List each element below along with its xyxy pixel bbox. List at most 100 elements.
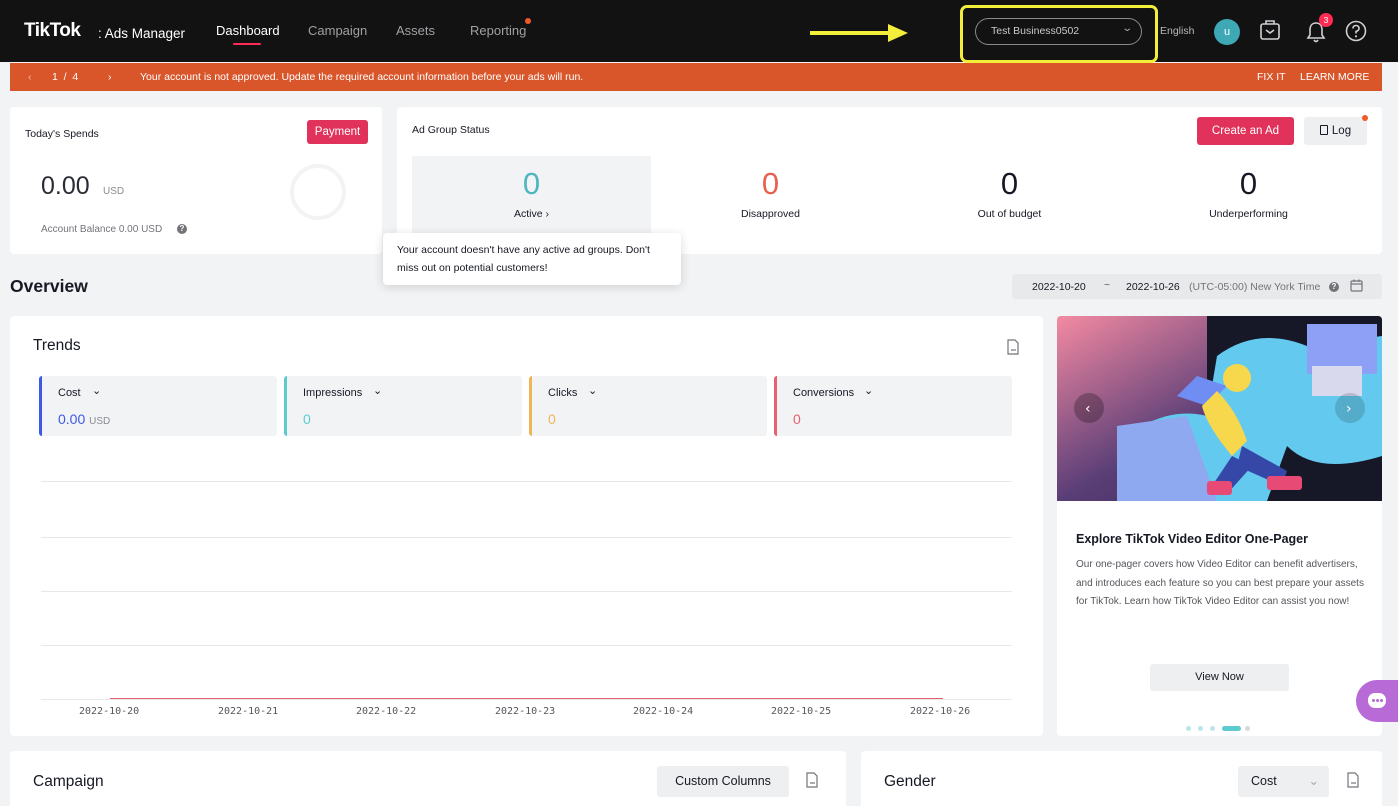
info-icon[interactable]: ?: [177, 224, 187, 234]
trends-title: Trends: [33, 337, 81, 354]
learn-more-link[interactable]: LEARN MORE: [1300, 71, 1369, 83]
chat-icon[interactable]: [1356, 680, 1398, 722]
prev-icon[interactable]: ‹: [28, 71, 32, 83]
avatar[interactable]: u: [1214, 19, 1240, 45]
trend-line: [110, 698, 943, 699]
stat-out-of-budget[interactable]: 0 Out of budget: [890, 156, 1129, 234]
x-axis-label: 2022-10-26: [910, 706, 971, 717]
carousel-dots[interactable]: [1186, 718, 1250, 736]
account-balance: Account Balance 0.00 USD: [41, 224, 163, 235]
card-title: Ad Group Status: [412, 124, 490, 136]
metric-value: 0: [548, 411, 556, 427]
grid-line: [41, 699, 1012, 700]
metric-value: 0.00 USD: [58, 411, 111, 427]
metric-conversions[interactable]: Conversions ⌄ 0: [774, 376, 1012, 436]
timezone: (UTC-05:00) New York Time: [1189, 281, 1321, 293]
tab-assets[interactable]: Assets: [396, 23, 435, 38]
grid-line: [41, 537, 1012, 538]
stat-label: Disapproved: [741, 208, 800, 220]
next-icon[interactable]: ›: [108, 71, 112, 83]
reporting-dot: [525, 18, 531, 24]
metric-name: Cost: [58, 387, 81, 399]
grid-line: [41, 591, 1012, 592]
date-separator: ~: [1104, 279, 1111, 291]
chevron-down-icon: ⌄: [864, 385, 874, 397]
business-selector[interactable]: Test Business0502 ⌄: [975, 18, 1142, 45]
download-icon[interactable]: [1346, 772, 1360, 788]
spend-amount: 0.00: [41, 172, 90, 200]
x-axis-label: 2022-10-23: [495, 706, 556, 717]
metric-name: Clicks: [548, 387, 578, 399]
promo-title: Explore TikTok Video Editor One-Pager: [1076, 532, 1309, 546]
chevron-down-icon: ⌄: [1308, 774, 1319, 788]
tab-reporting[interactable]: Reporting: [470, 23, 526, 38]
spend-currency: USD: [103, 186, 125, 197]
tab-campaign[interactable]: Campaign: [308, 23, 367, 38]
custom-columns-button[interactable]: Custom Columns: [657, 766, 789, 797]
notification-badge: 3: [1319, 13, 1333, 27]
stat-value: 0: [1239, 166, 1258, 201]
chevron-down-icon: ⌄: [1120, 23, 1133, 34]
tab-dashboard[interactable]: Dashboard: [216, 23, 280, 38]
metric-value: 0: [303, 411, 311, 427]
metric-cost[interactable]: Cost ⌄ 0.00 USD: [39, 376, 277, 436]
business-name: Test Business0502: [991, 25, 1080, 37]
promo-illustration: ‹ ›: [1057, 316, 1382, 501]
banner-message: Your account is not approved. Update the…: [140, 71, 584, 83]
download-icon[interactable]: [1006, 339, 1020, 355]
log-dot: [1362, 115, 1368, 121]
campaign-title: Campaign: [33, 773, 104, 790]
grid-line: [41, 645, 1012, 646]
language-selector[interactable]: English: [1160, 25, 1194, 37]
x-axis-label: 2022-10-25: [771, 706, 832, 717]
date-start: 2022-10-20: [1032, 281, 1086, 293]
ad-group-status-card: Ad Group Status Create an Ad Log 0 Activ…: [397, 107, 1382, 254]
fix-it-link[interactable]: FIX IT: [1257, 71, 1286, 83]
spend-ring-chart: [290, 164, 346, 220]
date-range-picker[interactable]: 2022-10-20 ~ 2022-10-26 (UTC-05:00) New …: [1012, 274, 1382, 299]
svg-text:›: ›: [1346, 401, 1352, 417]
gender-card: Gender Cost ⌄: [861, 751, 1382, 806]
stat-value: 0: [522, 166, 541, 201]
stat-active[interactable]: 0 Active ›: [412, 156, 651, 234]
calendar-icon[interactable]: [1350, 279, 1363, 292]
select-value: Cost: [1251, 774, 1277, 788]
trends-card: Trends Cost ⌄ 0.00 USD Impressions ⌄ 0 C…: [10, 316, 1043, 736]
stat-label: Active ›: [513, 208, 549, 220]
metric-impressions[interactable]: Impressions ⌄ 0: [284, 376, 522, 436]
x-axis-label: 2022-10-21: [218, 706, 279, 717]
active-tab-indicator: [233, 43, 261, 45]
log-button[interactable]: Log: [1304, 117, 1367, 145]
tiktok-logo[interactable]: TikTok: [24, 20, 81, 42]
arrow-annotation-icon: [810, 24, 908, 42]
briefcase-icon[interactable]: [1259, 18, 1281, 42]
x-axis-label: 2022-10-24: [633, 706, 694, 717]
date-end: 2022-10-26: [1126, 281, 1180, 293]
help-icon[interactable]: [1345, 20, 1367, 42]
metric-name: Impressions: [303, 387, 363, 399]
chevron-down-icon: ⌄: [588, 385, 598, 397]
top-nav: TikTok : Ads Manager Dashboard Campaign …: [0, 0, 1398, 63]
x-axis-label: 2022-10-22: [356, 706, 417, 717]
stat-underperforming[interactable]: 0 Underperforming: [1129, 156, 1368, 234]
info-icon[interactable]: ?: [1329, 282, 1339, 292]
banner-pager: 1 / 4: [52, 71, 79, 83]
account-warning-banner: ‹ 1 / 4 › Your account is not approved. …: [10, 63, 1382, 91]
payment-button[interactable]: Payment: [307, 120, 368, 144]
card-title: Today's Spends: [25, 128, 99, 140]
promo-card: ‹ › Explore TikTok Video Editor One-Page…: [1057, 316, 1382, 736]
campaign-card: Campaign Custom Columns: [10, 751, 846, 806]
create-ad-button[interactable]: Create an Ad: [1197, 117, 1294, 145]
gender-title: Gender: [884, 773, 936, 790]
metric-name: Conversions: [793, 387, 855, 399]
overview-title: Overview: [10, 276, 88, 296]
svg-text:‹: ‹: [1085, 401, 1091, 417]
metric-value: 0: [793, 411, 801, 427]
document-icon: [1319, 125, 1328, 135]
stat-disapproved[interactable]: 0 Disapproved: [651, 156, 890, 234]
metric-clicks[interactable]: Clicks ⌄ 0: [529, 376, 767, 436]
view-now-button[interactable]: View Now: [1150, 664, 1289, 691]
gender-metric-select[interactable]: Cost ⌄: [1238, 766, 1329, 797]
chevron-down-icon: ⌄: [373, 385, 383, 397]
download-icon[interactable]: [805, 772, 819, 788]
